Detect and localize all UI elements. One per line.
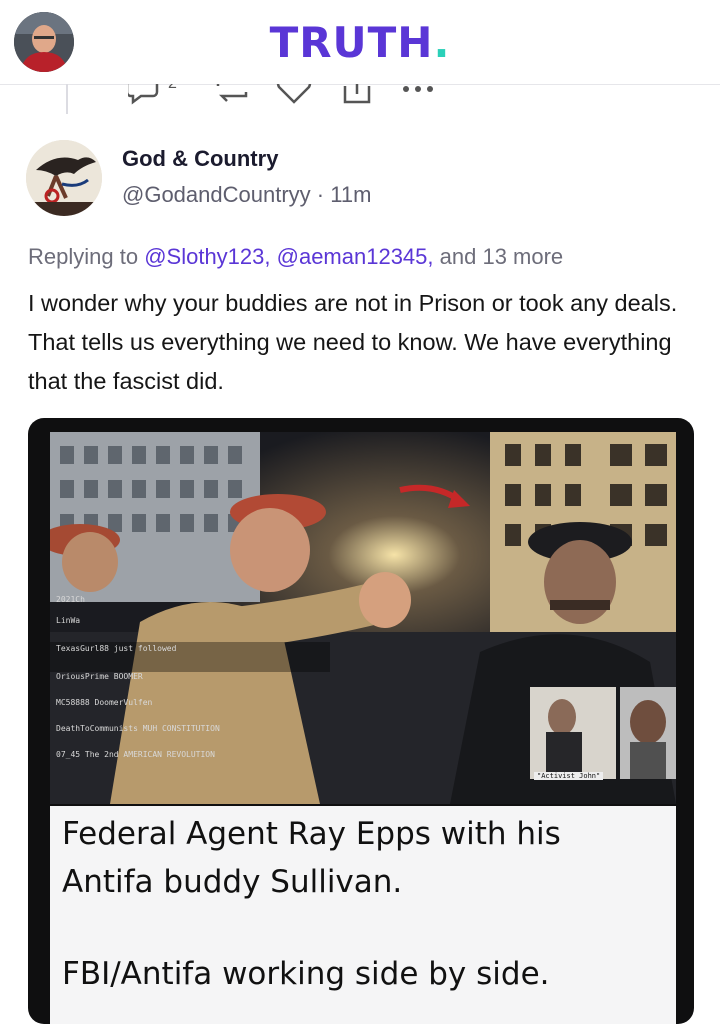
post-media[interactable]: 2021Ch LinWa TexasGurl88 just followed O… xyxy=(28,418,694,1024)
overlay-line: LinWa xyxy=(56,616,81,625)
reply-count: 2 xyxy=(168,84,177,92)
truth-logo[interactable]: TRUTH. xyxy=(0,18,720,67)
more-icon[interactable] xyxy=(400,84,440,106)
overlay-line: DeathToCommunists MUH CONSTITUTION xyxy=(56,724,220,733)
overlay-line: 2021Ch xyxy=(56,595,85,604)
replying-to: Replying to @Slothy123, @aeman12345, and… xyxy=(28,244,563,270)
logo-text: TRUTH xyxy=(269,18,434,67)
top-bar: TRUTH. xyxy=(0,0,720,85)
replying-more[interactable]: and 13 more xyxy=(440,244,564,269)
inset-label: "Activist John" xyxy=(534,772,604,780)
protest-photo: 2021Ch LinWa TexasGurl88 just followed O… xyxy=(50,432,676,804)
mention-link[interactable]: @Slothy123, xyxy=(144,244,270,269)
caption-line: Federal Agent Ray Epps with his xyxy=(62,816,561,852)
caption-box: Federal Agent Ray Epps with his Antifa b… xyxy=(50,806,676,1024)
eagle-avatar-icon xyxy=(26,140,102,216)
author-meta: @GodandCountryy · 11m xyxy=(122,182,371,208)
logo-dot: . xyxy=(433,18,451,67)
retruth-icon[interactable] xyxy=(214,84,250,106)
overlay-line: OriousPrime BOOMER xyxy=(56,672,143,681)
share-icon[interactable] xyxy=(340,84,374,106)
overlay-line: MC58888 DoomerVulfen xyxy=(56,698,153,707)
mention-link[interactable]: @aeman12345, xyxy=(277,244,434,269)
photo-scene xyxy=(50,432,676,804)
like-icon[interactable] xyxy=(274,84,314,106)
thread-line xyxy=(66,84,68,114)
caption-line: FBI/Antifa working side by side. xyxy=(62,956,550,992)
author-handle[interactable]: @GodandCountryy xyxy=(122,182,311,207)
previous-post-actions: 2 xyxy=(128,84,448,106)
meta-separator: · xyxy=(316,182,325,207)
author-avatar[interactable] xyxy=(26,140,102,216)
post-text: I wonder why your buddies are not in Pri… xyxy=(28,290,678,394)
replying-prefix: Replying to xyxy=(28,244,139,269)
post-time: 11m xyxy=(330,182,372,207)
author-name[interactable]: God & Country xyxy=(122,146,278,172)
overlay-line: TexasGurl88 just followed xyxy=(56,644,177,653)
overlay-line: 07_45 The 2nd AMERICAN REVOLUTION xyxy=(56,750,215,759)
caption-line: Antifa buddy Sullivan. xyxy=(62,864,403,900)
reply-icon[interactable]: 2 xyxy=(128,84,188,106)
